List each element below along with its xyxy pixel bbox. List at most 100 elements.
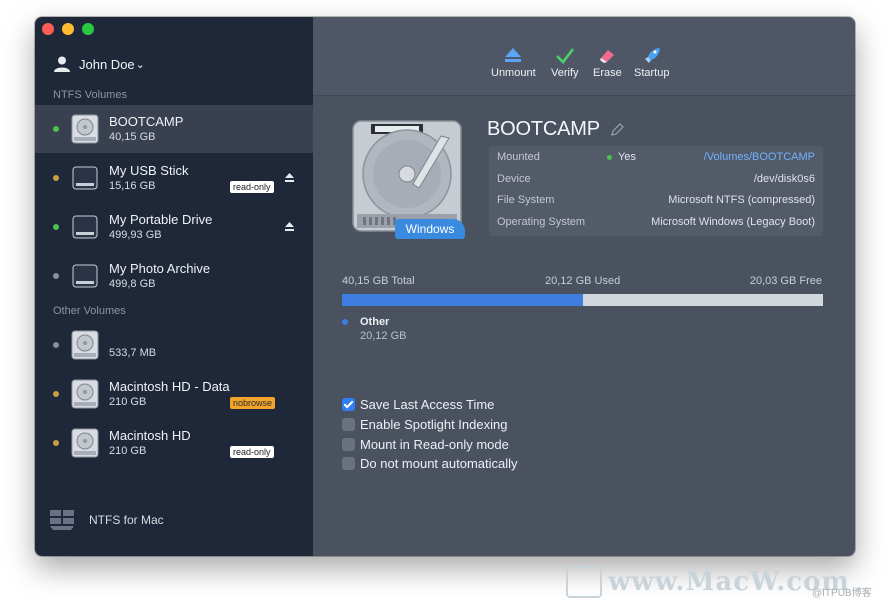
section-title-other: Other Volumes [53,305,126,317]
status-dot [53,175,59,181]
mount-path-link[interactable]: /Volumes/BOOTCAMP [704,151,815,163]
volume-size: 210 GB [109,445,147,457]
eject-icon[interactable] [285,222,294,231]
volume-size: 533,7 MB [109,347,157,359]
os-value: Microsoft Windows (Legacy Boot) [651,216,815,228]
filesystem-value: Microsoft NTFS (compressed) [668,194,815,206]
os-tag: Windows [395,219,465,239]
watermark: www.MacW.com [566,566,850,598]
usage-bar-fill [342,294,583,306]
volume-size: 40,15 GB [109,131,156,143]
info-label: Operating System [497,216,586,228]
checkbox[interactable] [342,457,355,470]
option-spotlight-indexing[interactable]: Enable Spotlight Indexing [342,417,507,432]
sidebar-volume-usb-stick[interactable]: My USB Stick 15,16 GB read-only [35,154,313,202]
option-label: Mount in Read-only mode [360,437,509,452]
info-label: Mounted [497,151,540,163]
verify-button[interactable]: Verify [551,47,579,79]
volume-info-table: Mounted Yes /Volumes/BOOTCAMP Device /de… [489,146,823,236]
footer-label: NTFS for Mac [89,513,164,527]
mounted-status: Yes [607,151,636,163]
volume-name: My USB Stick [109,163,189,178]
pencil-icon[interactable] [610,122,624,137]
drive-icon [71,330,99,360]
drive-icon [71,114,99,144]
verify-label: Verify [551,67,579,79]
legend-name: Other [360,316,390,328]
volume-name: My Photo Archive [109,261,211,276]
sidebar-footer[interactable]: NTFS for Mac [49,509,164,531]
info-label: File System [497,194,555,206]
checkbox[interactable] [342,398,355,411]
startup-label: Startup [634,67,670,79]
erase-button[interactable]: Erase [593,47,622,79]
volume-title: BOOTCAMP [487,118,600,140]
option-label: Do not mount automatically [360,456,518,471]
sidebar-volume-photo-archive[interactable]: My Photo Archive 499,8 GB [35,252,313,300]
watermark-credit: @ITPUB博客 [812,588,872,599]
free-label: 20,03 GB Free [749,275,822,287]
sidebar-volume-macintosh-hd[interactable]: Macintosh HD 210 GB read-only [35,419,313,467]
info-row-mounted: Mounted Yes /Volumes/BOOTCAMP [497,148,815,170]
eraser-icon [600,50,615,63]
sidebar-volume-bootcamp[interactable]: BOOTCAMP 40,15 GB [35,105,313,153]
read-only-badge: read-only [230,446,274,458]
user-icon [54,56,70,72]
volume-name: BOOTCAMP [109,114,184,129]
total-label: 40,15 GB Total [342,275,415,287]
status-dot [53,126,59,132]
toolbar: Unmount Verify Erase Startup [313,17,855,96]
external-drive-icon [72,264,98,288]
sidebar-volume-portable-drive[interactable]: My Portable Drive 499,93 GB [35,203,313,251]
option-read-only-mode[interactable]: Mount in Read-only mode [342,437,509,452]
status-dot [53,440,59,446]
user-name: John Doe [79,56,135,72]
legend-dot [342,319,348,325]
minimize-window-button[interactable] [62,23,74,35]
window-controls [42,23,94,35]
external-drive-icon [72,215,98,239]
option-save-last-access[interactable]: Save Last Access Time [342,397,494,412]
unmount-button[interactable]: Unmount [491,47,536,79]
checkmark-icon [555,48,574,64]
option-no-auto-mount[interactable]: Do not mount automatically [342,456,518,471]
info-row-filesystem: File System Microsoft NTFS (compressed) [497,191,815,213]
ntfs-logo-icon [50,510,74,530]
close-window-button[interactable] [42,23,54,35]
status-dot [53,224,59,230]
volume-size: 15,16 GB [109,180,156,192]
rocket-icon [644,48,660,63]
info-label: Device [497,173,531,185]
startup-button[interactable]: Startup [634,47,669,79]
used-label: 20,12 GB Used [545,275,621,287]
read-only-badge: read-only [230,181,274,193]
info-row-device: Device /dev/disk0s6 [497,170,815,192]
section-title-ntfs: NTFS Volumes [53,89,127,101]
watermark-logo-icon [566,566,602,598]
info-row-os: Operating System Microsoft Windows (Lega… [497,213,815,235]
checkbox[interactable] [342,418,355,431]
eject-icon[interactable] [285,173,294,182]
status-dot [607,154,612,160]
eject-icon [505,48,522,62]
checkbox[interactable] [342,438,355,451]
sidebar: John Doe ⌄ NTFS Volumes BOOTCAMP 40,15 GB… [35,17,313,556]
nobrowse-badge: nobrowse [230,397,276,409]
option-label: Enable Spotlight Indexing [360,417,508,432]
sidebar-volume-unnamed[interactable]: 533,7 MB [35,321,313,369]
status-dot [53,342,59,348]
usb-drive-icon [72,166,98,190]
user-menu[interactable]: John Doe ⌄ [53,55,145,73]
drive-icon [71,428,99,458]
volume-title-row: BOOTCAMP [487,118,624,141]
usage-bar [342,294,823,306]
zoom-window-button[interactable] [82,23,94,35]
chevron-down-icon: ⌄ [135,58,145,71]
main-panel: Unmount Verify Erase Startup Windows BOO… [313,17,855,556]
volume-size: 210 GB [109,396,147,408]
volume-size: 499,8 GB [109,278,156,290]
app-window: John Doe ⌄ NTFS Volumes BOOTCAMP 40,15 GB… [35,17,855,556]
sidebar-volume-macintosh-hd-data[interactable]: Macintosh HD - Data 210 GB nobrowse [35,370,313,418]
device-value: /dev/disk0s6 [753,173,815,185]
volume-name: My Portable Drive [109,212,213,227]
